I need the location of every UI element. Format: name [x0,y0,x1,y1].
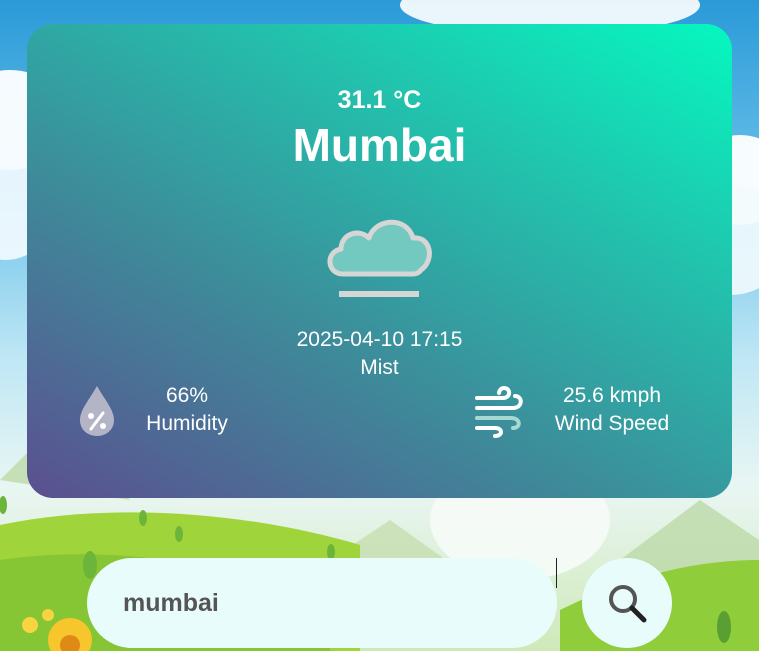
wind-icon [475,385,523,438]
humidity-drop-icon [80,386,114,436]
wind-value: 25.6 kmph [562,384,662,407]
mist-cloud-icon [327,219,432,297]
humidity-stat: 66% Humidity [127,382,247,438]
text-cursor [556,558,557,588]
temperature: 31.1 °C [337,86,422,114]
weather-description: Mist [360,356,399,379]
wind-label: Wind Speed [554,412,670,435]
city-name: Mumbai [292,119,467,171]
humidity-label: Humidity [146,412,228,435]
humidity-value: 66% [165,384,209,407]
search-icon [609,585,647,623]
search-button[interactable] [582,558,672,648]
wind-stat: 25.6 kmph Wind Speed [537,382,687,438]
date-time: 2025-04-10 17:15 [296,328,463,351]
city-search-input[interactable] [87,558,557,648]
weather-card: 31.1 °C Mumbai 2025-04-10 17:15 Mist 66%… [27,24,732,498]
